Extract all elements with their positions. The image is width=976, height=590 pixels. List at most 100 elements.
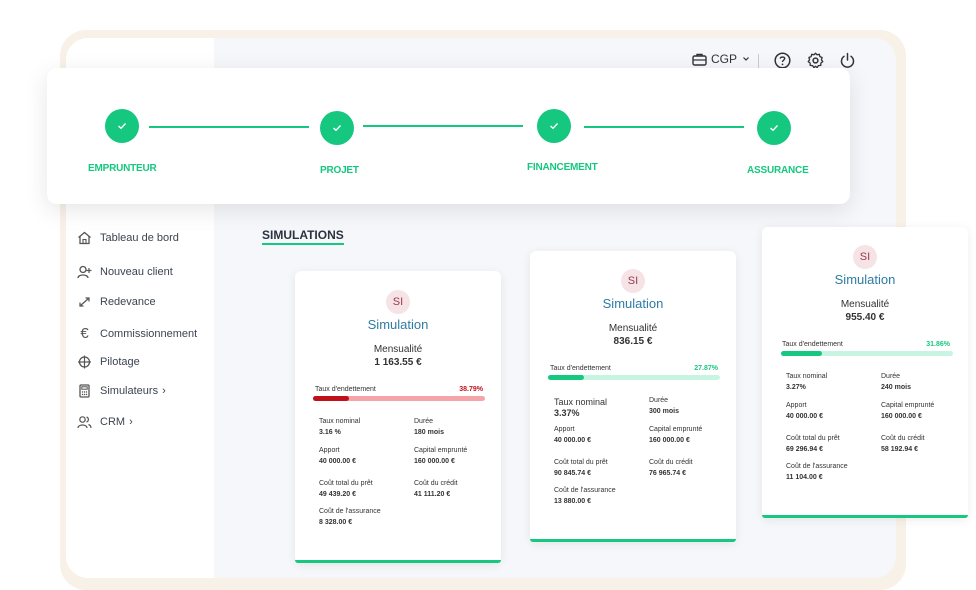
- field-label: Coût du crédit: [414, 480, 458, 487]
- simulation-badge: SI: [621, 269, 645, 293]
- field-value: 160 000.00 €: [649, 437, 690, 444]
- field-value: 40 000.00 €: [554, 437, 591, 444]
- chevron-down-icon: [743, 57, 749, 61]
- field-value: 180 mois: [414, 429, 444, 436]
- taux-value: 38.79%: [459, 386, 483, 393]
- sidebar-item-label: CRM: [100, 416, 126, 428]
- section-title: SIMULATIONS: [262, 228, 344, 245]
- sidebar-item-label: Pilotage: [100, 356, 140, 368]
- field-value: 240 mois: [881, 384, 911, 391]
- euro-icon: €: [80, 325, 89, 342]
- mensualite-value: 955.40 €: [845, 312, 885, 323]
- taux-bar-fill: [781, 351, 823, 356]
- simulation-title[interactable]: Simulation: [762, 272, 968, 287]
- field-label: Coût total du prêt: [554, 459, 608, 466]
- topbar-divider: [758, 54, 759, 68]
- field-value: 40 000.00 €: [786, 413, 823, 420]
- gear-icon[interactable]: [807, 52, 824, 69]
- step-assurance[interactable]: [757, 111, 791, 145]
- chevron-right-icon: ›: [162, 385, 166, 397]
- sidebar-item-label: Commissionnement: [100, 327, 198, 340]
- field-label: Apport: [786, 402, 807, 409]
- sidebar-item-label: Redevance: [100, 296, 156, 308]
- sidebar-item-simulateurs[interactable]: Simulateurs ›: [77, 384, 166, 398]
- simulation-card[interactable]: SI Simulation Mensualité 1 163.55 € Taux…: [295, 271, 501, 563]
- field-label: Coût total du prêt: [786, 435, 840, 442]
- step-connector: [363, 125, 523, 127]
- sidebar-item-label: Nouveau client: [100, 266, 173, 278]
- profile-selector[interactable]: CGP: [692, 52, 750, 66]
- sidebar-item-label: Simulateurs: [100, 385, 159, 397]
- mensualite-value: 836.15 €: [613, 336, 653, 347]
- card-accent-bar: [762, 515, 968, 518]
- field-label: Taux nominal: [554, 397, 608, 407]
- step-emprunteur[interactable]: [105, 109, 139, 143]
- sidebar-item-pilotage[interactable]: Pilotage: [77, 355, 140, 369]
- field-label: Durée: [414, 418, 434, 425]
- step-label: EMPRUNTEUR: [88, 163, 157, 174]
- sidebar-item-crm[interactable]: CRM ›: [77, 415, 133, 429]
- field-label: Coût total du prêt: [319, 480, 373, 487]
- sidebar-item-commissionnement[interactable]: € Commissionnement: [77, 325, 197, 342]
- crosshair-icon: [78, 355, 91, 369]
- field-label: Coût de l'assurance: [554, 487, 616, 494]
- home-icon: [78, 231, 91, 245]
- field-value: 3.37%: [554, 408, 580, 418]
- simulation-card[interactable]: SI Simulation Mensualité 955.40 € Taux d…: [762, 227, 968, 518]
- field-value: 160 000.00 €: [414, 458, 455, 465]
- briefcase-icon: [692, 53, 707, 66]
- simulation-card[interactable]: SI Simulation Mensualité 836.15 € Taux d…: [530, 251, 736, 542]
- field-value: 300 mois: [649, 408, 679, 415]
- field-label: Coût de l'assurance: [786, 463, 848, 470]
- field-label: Apport: [319, 447, 340, 454]
- step-connector: [584, 126, 744, 128]
- users-icon: [77, 416, 92, 429]
- field-label: Coût du crédit: [881, 435, 925, 442]
- sidebar-item-tableau-de-bord[interactable]: Tableau de bord: [77, 231, 179, 245]
- field-label: Capital emprunté: [649, 426, 703, 433]
- field-label: Coût du crédit: [649, 459, 693, 466]
- taux-label: Taux d'endettement: [315, 386, 376, 393]
- help-icon[interactable]: [774, 52, 791, 69]
- field-label: Capital emprunté: [881, 402, 935, 409]
- check-icon: [550, 123, 559, 130]
- step-connector: [149, 126, 309, 128]
- taux-value: 27.87%: [694, 365, 718, 372]
- chevron-right-icon: ›: [129, 416, 133, 428]
- power-icon[interactable]: [839, 52, 856, 69]
- card-accent-bar: [530, 539, 736, 542]
- mensualite-value: 1 163.55 €: [374, 357, 422, 368]
- field-value: 90 845.74 €: [554, 470, 591, 477]
- mensualite-label: Mensualité: [608, 323, 658, 334]
- card-accent-bar: [295, 560, 501, 563]
- sidebar-item-nouveau-client[interactable]: Nouveau client: [77, 265, 173, 279]
- taux-value: 31.86%: [926, 341, 950, 348]
- field-value: 41 111.20 €: [414, 491, 451, 498]
- field-value: 49 439.20 €: [319, 491, 356, 498]
- taux-bar: [781, 351, 953, 356]
- field-value: 3.16 %: [319, 429, 341, 436]
- field-label: Capital emprunté: [414, 447, 468, 454]
- simulation-title[interactable]: Simulation: [295, 317, 501, 332]
- taux-label: Taux d'endettement: [550, 365, 611, 372]
- step-projet[interactable]: [320, 111, 354, 145]
- field-value: 76 965.74 €: [649, 470, 686, 477]
- taux-bar: [548, 375, 720, 380]
- check-icon: [333, 125, 342, 132]
- field-value: 13 880.00 €: [554, 498, 591, 505]
- taux-label: Taux d'endettement: [782, 341, 843, 348]
- step-financement[interactable]: [537, 109, 571, 143]
- field-value: 69 296.94 €: [786, 446, 823, 453]
- field-label: Coût de l'assurance: [319, 508, 381, 515]
- simulation-title[interactable]: Simulation: [530, 296, 736, 311]
- sidebar-item-redevance[interactable]: Redevance: [77, 295, 156, 309]
- taux-bar-fill: [548, 375, 585, 380]
- expand-arrows-icon: [79, 297, 90, 307]
- mensualite-label: Mensualité: [840, 299, 890, 310]
- taux-bar: [313, 396, 485, 401]
- field-value: 3.27%: [786, 384, 806, 391]
- add-user-icon: [77, 265, 92, 279]
- simulation-badge: SI: [386, 290, 410, 314]
- check-icon: [770, 125, 779, 132]
- field-value: 160 000.00 €: [881, 413, 922, 420]
